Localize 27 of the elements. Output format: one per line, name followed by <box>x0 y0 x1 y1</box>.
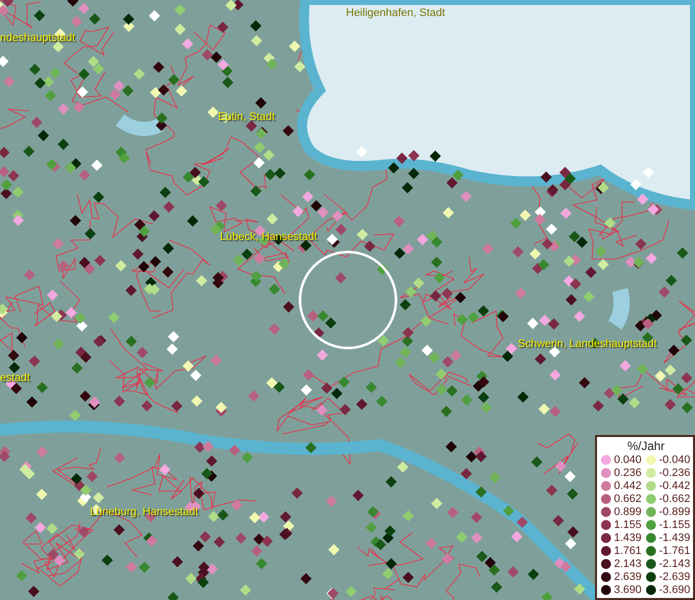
legend-value: 2.639 <box>614 570 643 582</box>
legend-value: 1.439 <box>614 532 643 544</box>
legend-value: -0.442 <box>659 480 691 492</box>
place-label: Heiligenhafen, Stadt <box>346 7 446 19</box>
legend-value: 1.155 <box>614 518 643 530</box>
legend-value: -1.761 <box>659 544 691 556</box>
legend-value: 2.143 <box>614 558 643 570</box>
legend-value: -2.143 <box>659 558 691 570</box>
legend-value: -1.155 <box>659 518 691 530</box>
legend-title: %/Jahr <box>626 439 666 453</box>
legend-value: -3.690 <box>659 584 691 596</box>
legend-value: -0.662 <box>659 492 691 504</box>
legend-value: 0.442 <box>614 480 643 492</box>
legend-value: 1.761 <box>614 544 643 556</box>
legend-value: -0.040 <box>659 454 691 466</box>
legend-value: 0.662 <box>614 492 643 504</box>
place-label: Eutin, Stadt <box>218 111 275 123</box>
place-label: ndeshauptstadt <box>0 32 76 44</box>
place-label: estadt <box>0 372 30 384</box>
legend-value: 3.690 <box>614 584 643 596</box>
legend-value: -2.639 <box>659 570 691 582</box>
legend-value: -1.439 <box>659 532 691 544</box>
legend-value: 0.040 <box>614 454 643 466</box>
legend-value: -0.236 <box>659 466 691 478</box>
legend-value: 0.236 <box>614 466 643 478</box>
legend-value: 0.899 <box>614 506 643 518</box>
legend-value: -0.899 <box>659 506 691 518</box>
